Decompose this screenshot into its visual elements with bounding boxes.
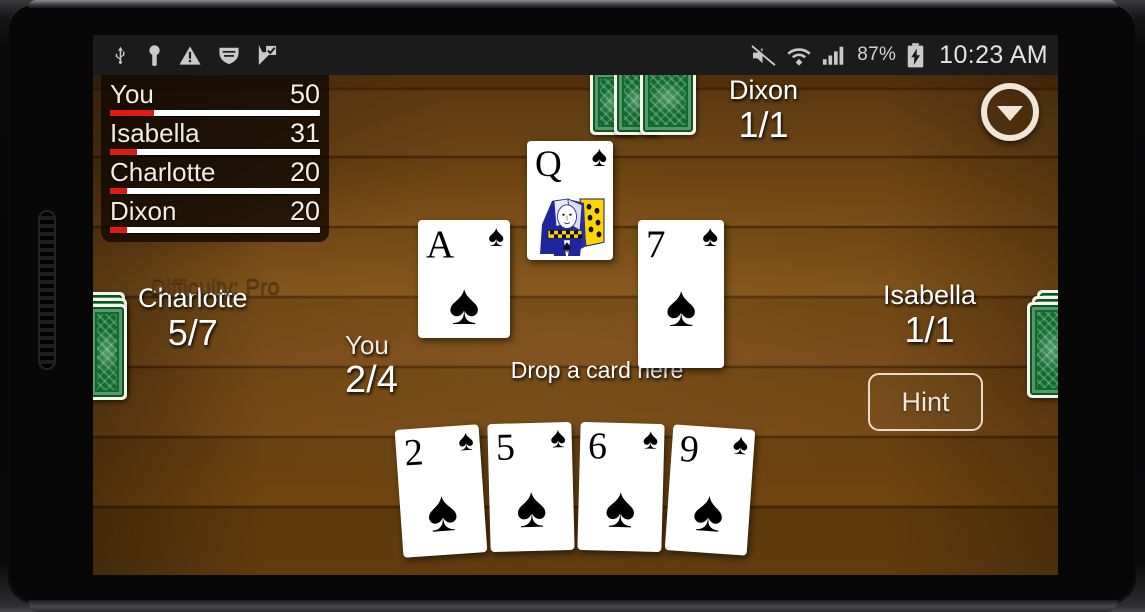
- scoreboard-progress-bar: [110, 227, 320, 233]
- chevron-down-glyph: [997, 105, 1023, 121]
- device-speaker-grille: [38, 210, 56, 370]
- card-corner: Q ♠: [527, 141, 613, 186]
- player-count-isabella: 1/1: [904, 309, 955, 350]
- scoreboard-progress-fill: [110, 188, 127, 194]
- hand-card-9-spades[interactable]: 9 ♠ ♠: [664, 424, 756, 556]
- hand-card-2-spades[interactable]: 2 ♠ ♠: [394, 424, 488, 558]
- card-rank: 6: [587, 425, 608, 468]
- played-card-7-spades[interactable]: 7 ♠ ♠: [638, 220, 724, 368]
- spade-icon: ♠: [731, 428, 750, 462]
- card-back: [1027, 302, 1058, 398]
- spade-icon: ♠: [457, 424, 475, 458]
- queen-face-illustration: [534, 197, 606, 256]
- scoreboard-name: Dixon: [110, 196, 177, 226]
- spade-icon: ♠: [448, 272, 480, 337]
- card-rank: Q: [535, 144, 562, 185]
- scoreboard-progress-bar: [110, 149, 320, 155]
- spade-icon: ♠: [665, 274, 697, 339]
- scoreboard-name: Charlotte: [110, 157, 216, 187]
- spade-icon: ♠: [424, 477, 461, 545]
- scoreboard-name: Isabella: [110, 118, 200, 148]
- scoreboard-panel[interactable]: You 50 Isabella 31 Charlotte 20 Dixon 20: [101, 75, 329, 242]
- player-count-charlotte: 5/7: [167, 312, 218, 353]
- scoreboard-score: 31: [289, 118, 320, 148]
- player-block-isabella: Isabella 1/1: [883, 280, 976, 350]
- battery-percent-label: 87%: [857, 44, 897, 65]
- flag-check-icon: [258, 45, 277, 65]
- player-block-you: You 2/4: [345, 331, 398, 401]
- phone-device-frame: A ♠ ♠ Q ♠ 7 ♠ ♠ Drop a card here 2 ♠ ♠ 5…: [0, 0, 1145, 612]
- player-count-dixon: 1/1: [738, 104, 789, 145]
- phone-screen: A ♠ ♠ Q ♠ 7 ♠ ♠ Drop a card here 2 ♠ ♠ 5…: [93, 35, 1058, 575]
- scoreboard-progress-bar: [110, 110, 320, 116]
- card-corner: 2 ♠: [395, 424, 482, 476]
- hand-card-6-spades[interactable]: 6 ♠ ♠: [577, 421, 665, 553]
- played-card-queen-spades[interactable]: Q ♠: [527, 141, 613, 260]
- status-bar-right-icons: 87% 10:23 AM: [751, 41, 1048, 70]
- scoreboard-row: You 50: [110, 79, 320, 116]
- scoreboard-row: Dixon 20: [110, 196, 320, 233]
- spade-icon: ♠: [642, 423, 659, 456]
- vpn-shield-icon: [219, 47, 239, 65]
- scoreboard-progress-fill: [110, 110, 155, 116]
- spade-icon: ♠: [549, 422, 567, 455]
- scoreboard-row: Charlotte 20: [110, 157, 320, 194]
- hint-button[interactable]: Hint: [868, 373, 983, 431]
- battery-charging-icon: [907, 42, 924, 67]
- played-card-ace-spades[interactable]: A ♠ ♠: [418, 220, 510, 338]
- difficulty-label: Difficulty: Pro: [150, 274, 280, 299]
- scoreboard-row: Isabella 31: [110, 118, 320, 155]
- wifi-icon: [787, 47, 811, 66]
- spade-icon: ♠: [488, 220, 504, 253]
- scoreboard-progress-bar: [110, 188, 320, 194]
- usb-icon: [115, 46, 125, 64]
- chevron-down-circle-icon[interactable]: [981, 83, 1039, 141]
- scoreboard-score: 20: [289, 157, 320, 187]
- card-rank: A: [426, 223, 455, 266]
- spade-icon: ♠: [515, 474, 548, 541]
- player-count-you: 2/4: [345, 359, 398, 401]
- card-rank: 2: [402, 431, 425, 475]
- card-rank: 7: [646, 223, 666, 266]
- player-name-dixon: Dixon: [729, 75, 799, 105]
- key-icon: [149, 44, 160, 66]
- android-status-bar: 87% 10:23 AM: [93, 35, 1058, 75]
- spade-icon: ♠: [604, 474, 637, 541]
- hint-button-label: Hint: [901, 386, 950, 417]
- queen-portrait-svg: [534, 197, 606, 256]
- player-block-dixon: Dixon 1/1: [729, 75, 798, 145]
- card-corner: 9 ♠: [670, 424, 755, 476]
- spade-icon: ♠: [690, 477, 727, 545]
- player-name-you: You: [345, 330, 389, 360]
- card-corner: 6 ♠: [579, 422, 664, 470]
- scoreboard-progress-fill: [110, 227, 127, 233]
- card-rank: 5: [495, 426, 516, 469]
- scoreboard-progress-fill: [110, 149, 138, 155]
- player-name-isabella: Isabella: [883, 280, 977, 310]
- scoreboard-name: You: [110, 79, 154, 109]
- status-bar-left-icons: [111, 44, 277, 67]
- card-rank: 9: [678, 427, 701, 472]
- scoreboard-score: 50: [289, 79, 320, 109]
- spade-icon: ♠: [591, 141, 607, 173]
- device-bottom-edge: [28, 600, 1118, 612]
- volume-muted-icon: [751, 44, 777, 66]
- card-corner: 7 ♠: [638, 220, 724, 267]
- scoreboard-score: 20: [289, 196, 320, 226]
- hand-card-5-spades[interactable]: 5 ♠ ♠: [487, 421, 575, 553]
- card-corner: A ♠: [418, 220, 510, 267]
- spade-icon: ♠: [702, 220, 718, 253]
- card-back: [93, 304, 127, 400]
- cellular-signal-icon: [823, 46, 844, 65]
- warning-icon: [179, 45, 201, 65]
- status-bar-clock: 10:23 AM: [939, 40, 1048, 69]
- card-corner: 5 ♠: [487, 422, 572, 470]
- device-top-edge: [28, 0, 1118, 8]
